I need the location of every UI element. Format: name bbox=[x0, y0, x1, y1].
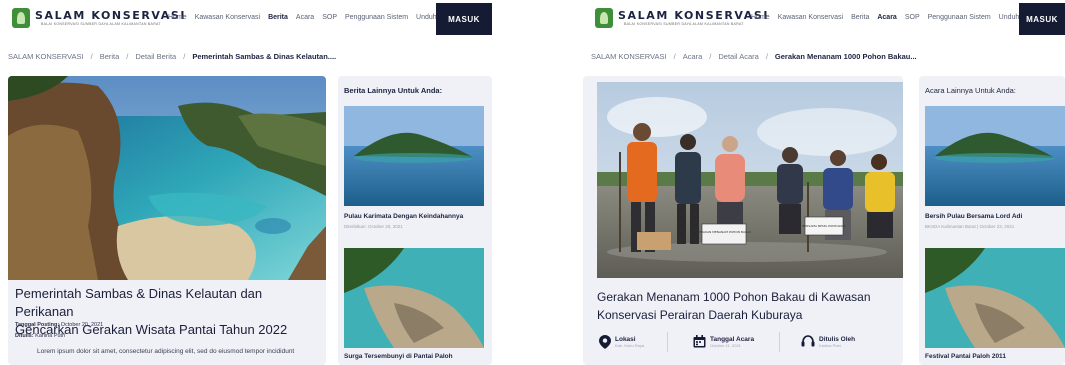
article-title: Pemerintah Sambas & Dinas Kelautan dan P… bbox=[15, 286, 288, 337]
related-event-caption-2[interactable]: Festival Pantai Paloh 2011 bbox=[925, 353, 1006, 360]
location-pin-icon bbox=[599, 335, 611, 349]
related-events-title: Acara Lainnya Untuk Anda: bbox=[925, 86, 1016, 95]
nav-berita[interactable]: Berita bbox=[851, 14, 869, 21]
event-author: Ditulis Oleh Karlina Putri bbox=[801, 335, 855, 348]
nav-acara[interactable]: Acara bbox=[296, 14, 314, 21]
site-header: SALAM KONSERVASI BALAI KONSERVASI SUMBER… bbox=[583, 0, 1065, 38]
event-title: Gerakan Menanam 1000 Pohon Bakau di Kawa… bbox=[597, 290, 871, 322]
nav-sop[interactable]: SOP bbox=[905, 14, 920, 21]
breadcrumb-current: Gerakan Menanam 1000 Pohon Bakau... bbox=[774, 52, 917, 61]
author-value: Karlina Putri bbox=[819, 342, 841, 348]
event-date: Tanggal Acara October 21, 2021 bbox=[693, 335, 754, 348]
brand-subtitle: BALAI KONSERVASI SUMBER DAYA ALAM KALIMA… bbox=[624, 21, 744, 26]
panel-gap bbox=[530, 0, 583, 365]
breadcrumb-home[interactable]: SALAM KONSERVASI bbox=[591, 52, 667, 61]
breadcrumb-current: Pemerintah Sambas & Dinas Kelautan.... bbox=[192, 52, 337, 61]
event-card: GERAKAN MENANAM POHON BAKAU BERSAMA BPSP… bbox=[583, 76, 903, 365]
nav-unduh[interactable]: Unduh bbox=[416, 14, 437, 21]
brand-title: SALAM KONSERVASI bbox=[35, 8, 187, 22]
related-news-image-2[interactable] bbox=[344, 248, 484, 348]
divider bbox=[667, 332, 668, 352]
breadcrumb-acara[interactable]: Acara bbox=[683, 52, 703, 61]
article-author: Ditulis: Karlina Putri bbox=[15, 333, 66, 339]
divider bbox=[779, 332, 780, 352]
event-sign-1: GERAKAN MENANAM POHON BAKAU bbox=[697, 230, 751, 234]
nav-home[interactable]: Home bbox=[168, 14, 187, 21]
nav-penggunaan-sistem[interactable]: Penggunaan Sistem bbox=[345, 14, 408, 21]
nav-home[interactable]: Home bbox=[751, 14, 770, 21]
leaf-logo-icon bbox=[12, 8, 30, 28]
article-body: Lorem ipsum dolor sit amet, consectetur … bbox=[37, 348, 295, 355]
location-label: Lokasi bbox=[615, 336, 636, 343]
headset-icon bbox=[801, 335, 815, 347]
nav-kawasan-konservasi[interactable]: Kawasan Konservasi bbox=[778, 14, 843, 21]
leaf-logo-icon bbox=[595, 8, 613, 28]
related-news-sidebar: Berita Lainnya Untuk Anda: Pulau Karimat… bbox=[338, 76, 492, 365]
nav-acara[interactable]: Acara bbox=[877, 14, 896, 21]
article-hero-image bbox=[8, 76, 326, 280]
login-button[interactable]: MASUK bbox=[1019, 3, 1065, 35]
article-card: Pemerintah Sambas & Dinas Kelautan dan P… bbox=[8, 76, 326, 365]
main-nav: Home Kawasan Konservasi Berita Acara SOP… bbox=[751, 14, 1019, 21]
news-detail-page: SALAM KONSERVASI BALAI KONSERVASI SUMBER… bbox=[0, 0, 530, 365]
related-event-date-1: BKSDA Kalimantan Barat | October 23, 202… bbox=[925, 224, 1015, 229]
related-news-caption-1[interactable]: Pulau Karimata Dengan Keindahannya bbox=[344, 213, 463, 220]
related-news-date-1: Diterbitkan: October 20, 2021 bbox=[344, 224, 403, 229]
related-news-title: Berita Lainnya Untuk Anda: bbox=[344, 86, 443, 95]
site-logo[interactable]: SALAM KONSERVASI BALAI KONSERVASI SUMBER… bbox=[12, 8, 186, 28]
calendar-icon bbox=[693, 335, 706, 348]
nav-sop[interactable]: SOP bbox=[322, 14, 337, 21]
author-label: Ditulis Oleh bbox=[819, 335, 856, 343]
article-posted-date: Tanggal Posting: October 20, 2021 bbox=[15, 322, 104, 328]
related-event-caption-1[interactable]: Bersih Pulau Bersama Lord Adi bbox=[925, 213, 1022, 220]
date-label: Tanggal Acara bbox=[710, 335, 755, 343]
breadcrumb: SALAM KONSERVASI / Berita / Detail Berit… bbox=[8, 52, 337, 61]
breadcrumb-home[interactable]: SALAM KONSERVASI bbox=[8, 52, 84, 61]
related-news-caption-2[interactable]: Surga Tersembunyi di Pantai Paloh bbox=[344, 353, 453, 360]
related-news-image-1[interactable] bbox=[344, 106, 484, 206]
site-header: SALAM KONSERVASI BALAI KONSERVASI SUMBER… bbox=[0, 0, 530, 38]
main-nav: Home Kawasan Konservasi Berita Acara SOP… bbox=[168, 14, 437, 21]
breadcrumb: SALAM KONSERVASI / Acara / Detail Acara … bbox=[591, 52, 917, 61]
event-detail-page: SALAM KONSERVASI BALAI KONSERVASI SUMBER… bbox=[583, 0, 1065, 365]
nav-unduh[interactable]: Unduh bbox=[999, 14, 1020, 21]
related-events-sidebar: Acara Lainnya Untuk Anda: Bersih Pulau B… bbox=[919, 76, 1065, 365]
brand-title: SALAM KONSERVASI bbox=[618, 8, 770, 22]
site-logo[interactable]: SALAM KONSERVASI BALAI KONSERVASI SUMBER… bbox=[595, 8, 769, 28]
date-value: October 21, 2021 bbox=[710, 342, 741, 348]
breadcrumb-detail-berita[interactable]: Detail Berita bbox=[135, 52, 176, 61]
related-event-image-2[interactable] bbox=[925, 248, 1065, 348]
nav-kawasan-konservasi[interactable]: Kawasan Konservasi bbox=[195, 14, 260, 21]
location-value: Kab. Kubu Raya bbox=[615, 343, 645, 348]
breadcrumb-berita[interactable]: Berita bbox=[100, 52, 120, 61]
nav-penggunaan-sistem[interactable]: Penggunaan Sistem bbox=[928, 14, 991, 21]
nav-berita[interactable]: Berita bbox=[268, 14, 288, 21]
login-button[interactable]: MASUK bbox=[436, 3, 492, 35]
brand-subtitle: BALAI KONSERVASI SUMBER DAYA ALAM KALIMA… bbox=[41, 21, 161, 26]
event-location: Lokasi Kab. Kubu Raya bbox=[599, 335, 644, 349]
related-event-image-1[interactable] bbox=[925, 106, 1065, 206]
breadcrumb-detail-acara[interactable]: Detail Acara bbox=[718, 52, 758, 61]
event-sign-2: BERSAMA BPSPL PONTIANAK bbox=[802, 224, 846, 228]
event-hero-image: GERAKAN MENANAM POHON BAKAU BERSAMA BPSP… bbox=[597, 82, 903, 278]
